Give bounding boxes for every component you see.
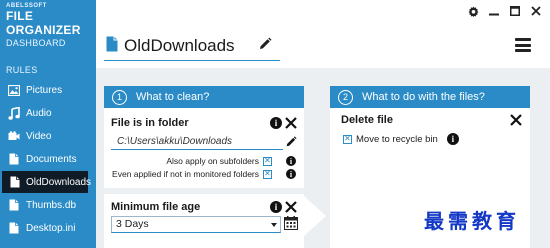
music-note-icon — [8, 106, 20, 120]
file-age-value: 3 Days — [116, 218, 149, 230]
rule-name-underline — [104, 60, 280, 61]
option-label: Move to recycle bin — [356, 133, 438, 145]
document-icon — [8, 198, 20, 212]
sidebar-item-label: OldDownloads — [26, 176, 92, 188]
panel-title: What to clean? — [136, 91, 210, 103]
sidebar-item-label: Audio — [26, 107, 52, 119]
nav-dashboard[interactable]: DASHBOARD — [6, 38, 66, 48]
brand-product: FILE ORGANIZER — [6, 9, 81, 37]
condition-title: Minimum file age — [111, 201, 201, 213]
window-controls — [467, 5, 542, 17]
step-number: 1 — [112, 89, 127, 105]
info-icon[interactable]: i — [446, 133, 459, 145]
what-to-do-header: 2 What to do with the files? — [330, 86, 530, 108]
file-age-select[interactable]: 3 Days — [111, 216, 281, 233]
option-label: Even applied if not in monitored folders — [112, 169, 259, 179]
maximize-icon[interactable] — [509, 5, 521, 17]
sidebar-item-label: Thumbs.db — [26, 199, 77, 211]
document-icon — [8, 152, 20, 166]
sidebar-item-thumbs-db[interactable]: Thumbs.db — [0, 194, 96, 216]
document-icon — [10, 175, 20, 189]
flow-arrow — [304, 196, 326, 236]
sidebar-item-documents[interactable]: Documents — [0, 148, 96, 170]
info-icon[interactable]: i — [286, 156, 296, 166]
folder-path-text: C:\Users\akku\Downloads — [117, 136, 233, 147]
document-icon — [8, 221, 20, 235]
folder-condition: File is in folder i C:\Users\akku\Downlo… — [104, 108, 304, 184]
sidebar-item-audio[interactable]: Audio — [0, 102, 96, 124]
what-to-clean-panel: 1 What to clean? File is in folder i C:\… — [104, 86, 304, 248]
sidebar-item-desktop-ini[interactable]: Desktop.ini — [0, 217, 96, 239]
rule-document-icon — [106, 36, 118, 57]
age-condition: Minimum file age i 3 Days — [104, 194, 304, 248]
info-icon[interactable]: i — [286, 169, 296, 179]
sidebar-item-pictures[interactable]: Pictures — [0, 79, 96, 101]
chevron-down-icon — [271, 223, 277, 227]
subfolders-option: Also apply on subfolders ✕ — [166, 156, 272, 166]
recycle-bin-option: ✕ Move to recycle bin i — [343, 133, 459, 145]
step-number: 2 — [338, 89, 353, 105]
folder-path-field[interactable]: C:\Users\akku\Downloads — [111, 134, 283, 150]
remove-condition-x-icon[interactable] — [285, 116, 297, 134]
minimize-icon[interactable] — [488, 5, 500, 17]
sidebar: ABELSSOFT FILE ORGANIZER DASHBOARD RULES… — [0, 0, 96, 248]
settings-gear-icon[interactable] — [467, 5, 479, 17]
sidebar-item-video[interactable]: Video — [0, 125, 96, 147]
sidebar-item-olddownloads[interactable]: OldDownloads — [2, 171, 92, 193]
unmonitored-option: Even applied if not in monitored folders… — [112, 169, 272, 179]
sidebar-item-label: Documents — [26, 153, 77, 165]
info-icon[interactable]: i — [270, 117, 282, 129]
sidebar-item-label: Desktop.ini — [26, 222, 76, 234]
close-window-icon[interactable] — [530, 5, 542, 17]
what-to-clean-header: 1 What to clean? — [104, 86, 304, 108]
calendar-icon[interactable] — [284, 216, 298, 235]
sidebar-item-label: Video — [26, 130, 52, 142]
edit-name-pencil-icon[interactable] — [258, 37, 272, 56]
picture-icon — [8, 83, 20, 97]
condition-title: File is in folder — [111, 117, 189, 129]
watermark-text: 最需教育 — [424, 209, 520, 233]
sidebar-item-label: Pictures — [26, 84, 63, 96]
info-icon[interactable]: i — [270, 201, 282, 213]
rules-section-header: RULES — [6, 65, 38, 75]
option-label: Also apply on subfolders — [166, 156, 259, 166]
remove-action-x-icon[interactable] — [510, 113, 522, 131]
panel-title: What to do with the files? — [362, 91, 485, 103]
recycle-bin-checkbox[interactable]: ✕ — [343, 134, 352, 144]
edit-path-pencil-icon[interactable] — [285, 135, 297, 153]
video-camera-icon — [8, 129, 20, 143]
action-title: Delete file — [341, 114, 393, 126]
menu-hamburger-icon[interactable] — [515, 38, 531, 52]
subfolders-checkbox[interactable]: ✕ — [263, 156, 272, 166]
unmonitored-checkbox[interactable]: ✕ — [263, 169, 272, 179]
rule-name-field[interactable]: OldDownloads — [124, 36, 235, 56]
